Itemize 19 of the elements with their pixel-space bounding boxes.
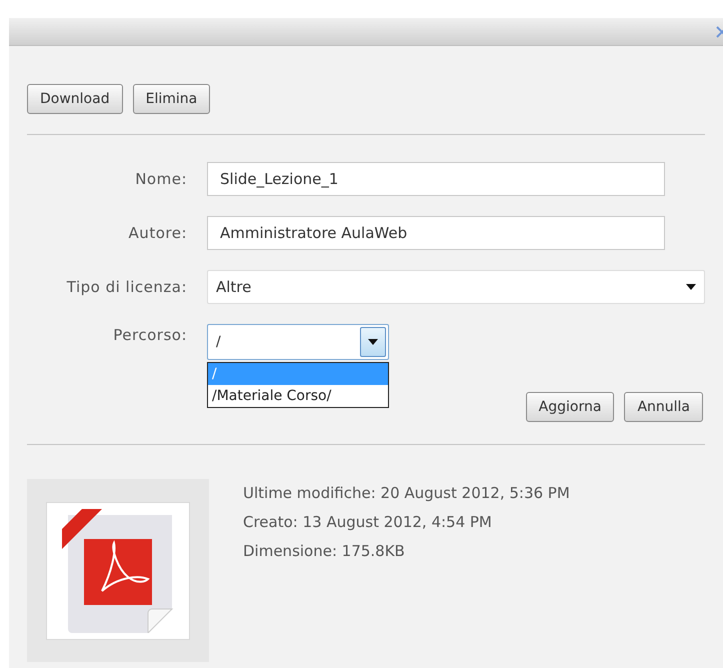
detail-text: Ultime modifiche: 20 August 2012, 5:36 PM [243,483,570,503]
detail-text: Creato: 13 August 2012, 4:54 PM [243,512,493,532]
text-field[interactable]: Slide_Lezione_1 [207,162,665,196]
detail-text: Dimensione: 175.8KB [243,541,406,561]
dropdown-button[interactable] [360,327,386,357]
caret-icon [686,284,696,290]
field-label: Nome: [134,168,188,190]
field-label: Tipo di licenza: [66,276,188,298]
action-button[interactable]: Elimina [132,84,210,114]
form-button[interactable]: Aggiorna [526,392,614,422]
caret-icon [368,339,378,345]
action-button[interactable]: Download [27,84,123,114]
form-button[interactable]: Annulla [624,392,703,422]
select-field[interactable]: Altre [207,270,705,304]
field-label: Autore: [128,222,188,244]
combo-field[interactable]: / [207,324,389,360]
field-label: Percorso: [112,325,188,346]
text-field[interactable]: Amministratore AulaWeb [207,216,665,250]
pdf-file-icon [62,508,174,632]
